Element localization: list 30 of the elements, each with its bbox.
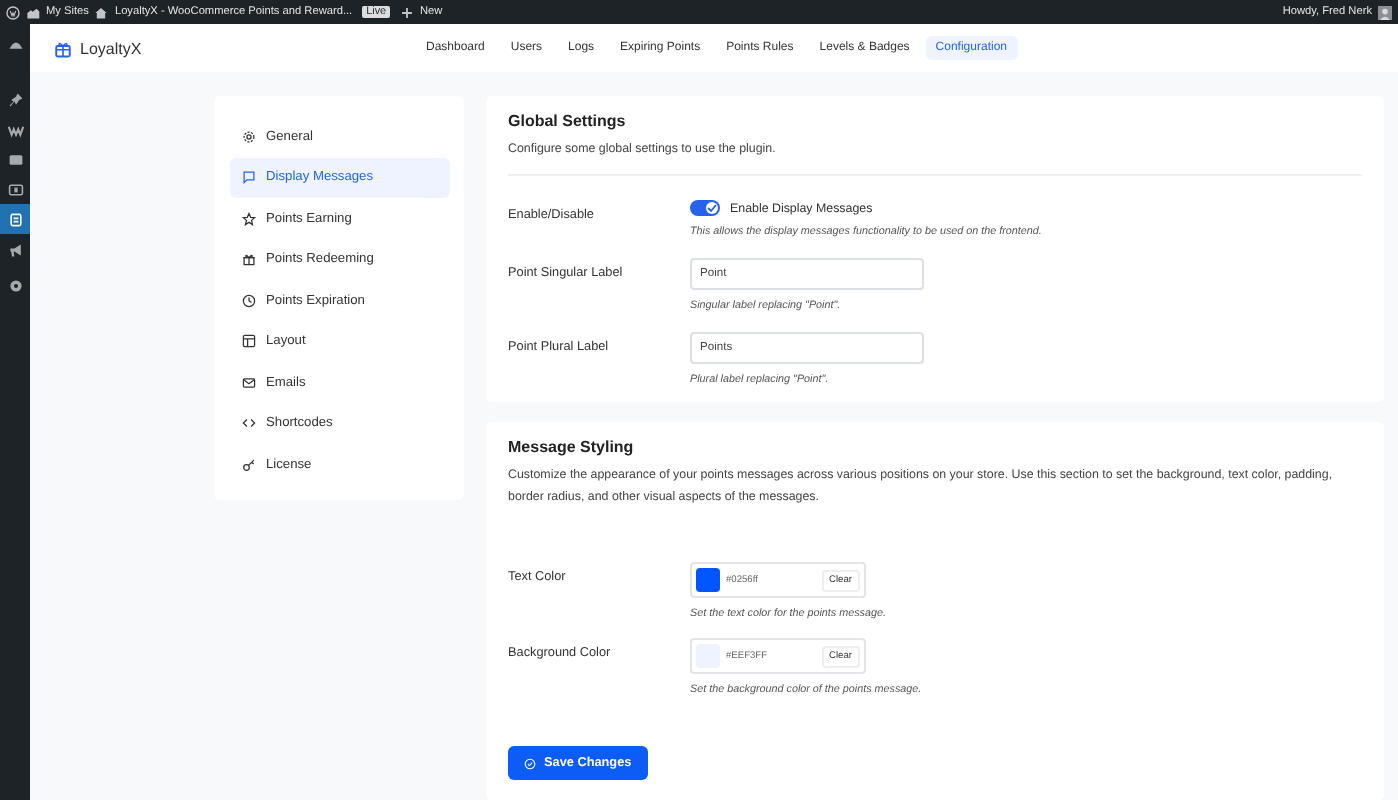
avatar-icon[interactable] xyxy=(1378,5,1392,19)
mail-icon xyxy=(242,375,256,390)
settings-icon xyxy=(242,129,256,144)
gift-logo-icon xyxy=(54,39,72,57)
pin-icon xyxy=(7,91,23,107)
home-icon[interactable] xyxy=(94,5,109,19)
code-icon xyxy=(242,416,256,431)
admin-menu-item[interactable] xyxy=(0,204,30,234)
check-circle-icon xyxy=(524,757,536,769)
color-swatch[interactable] xyxy=(696,568,720,592)
toggle-switch[interactable] xyxy=(690,200,720,216)
check-icon xyxy=(706,202,718,214)
layout-icon xyxy=(242,334,256,349)
settings-icon xyxy=(7,277,23,293)
key-icon xyxy=(242,457,256,472)
star-icon xyxy=(242,211,256,226)
card-icon xyxy=(7,181,23,197)
clock-icon xyxy=(242,293,256,308)
document-icon xyxy=(7,211,23,227)
megaphone-icon xyxy=(7,241,23,257)
section-title: Global Settings xyxy=(508,112,628,130)
wordpress-logo-icon[interactable] xyxy=(6,5,20,19)
plus-icon[interactable] xyxy=(400,5,415,19)
message-icon xyxy=(242,170,256,185)
woo-icon xyxy=(7,121,23,137)
media-icon xyxy=(7,151,23,167)
brand-name: LoyaltyX xyxy=(80,39,142,57)
gift-icon xyxy=(242,252,256,267)
sites-icon[interactable] xyxy=(26,5,40,19)
section-title: Message Styling xyxy=(508,438,636,456)
